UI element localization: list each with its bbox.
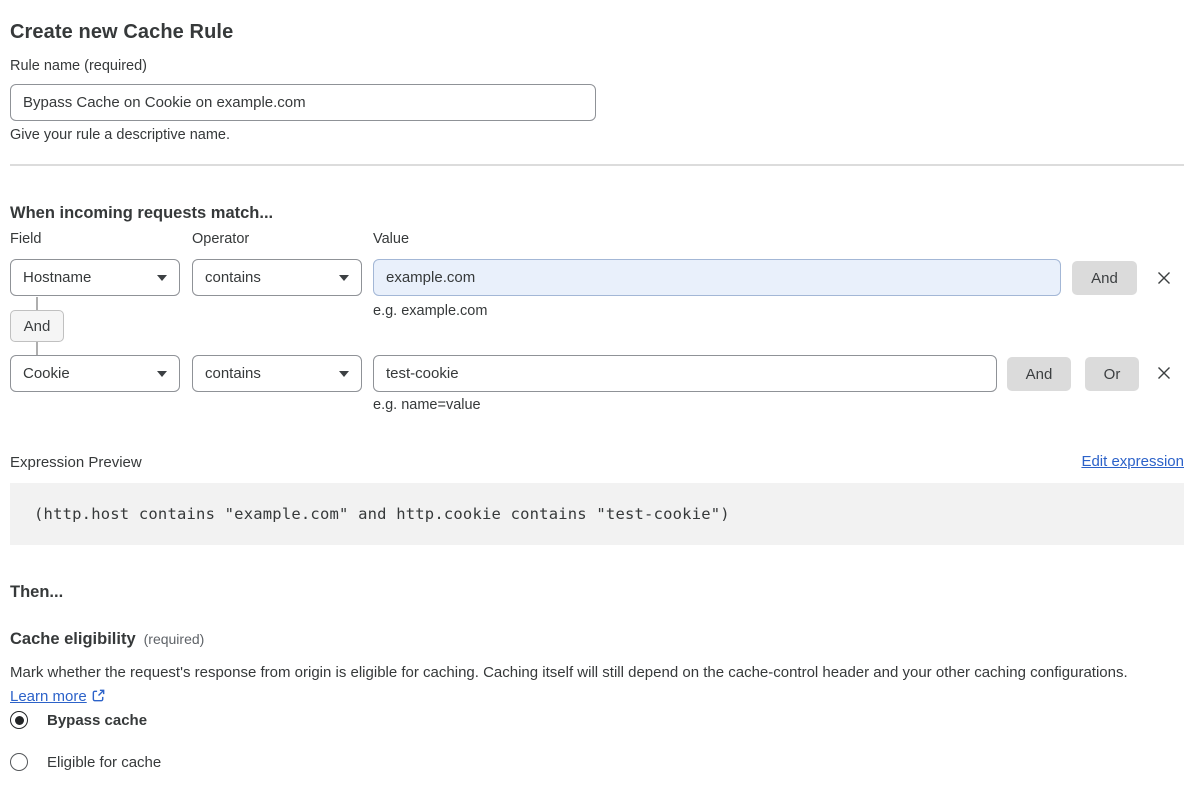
add-and-condition-button-row2[interactable]: And xyxy=(1007,357,1071,391)
bypass-cache-radio-label: Bypass cache xyxy=(47,711,148,729)
eligible-for-cache-radio-label: Eligible for cache xyxy=(47,753,162,771)
field-select-row1[interactable]: Hostname xyxy=(10,259,180,296)
cache-eligibility-description: Mark whether the request's response from… xyxy=(10,661,1160,709)
radio-button-icon xyxy=(10,753,28,771)
condition-connector-button[interactable]: And xyxy=(10,310,64,342)
connector-line-bottom xyxy=(36,342,38,355)
connector-line-top xyxy=(36,297,38,310)
value-input-row2[interactable] xyxy=(373,355,997,392)
value-hint-row2: e.g. name=value xyxy=(373,397,481,413)
match-section-heading: When incoming requests match... xyxy=(10,203,274,222)
page-title: Create new Cache Rule xyxy=(10,21,234,44)
chevron-down-icon xyxy=(339,370,349,377)
section-divider xyxy=(10,164,1184,166)
rule-name-input[interactable] xyxy=(10,84,596,121)
close-icon xyxy=(1158,272,1170,284)
learn-more-link[interactable]: Learn more xyxy=(10,688,87,705)
add-and-condition-button-row1[interactable]: And xyxy=(1072,261,1137,295)
field-select-row2[interactable]: Cookie xyxy=(10,355,180,392)
edit-expression-link[interactable]: Edit expression xyxy=(1081,453,1184,470)
required-note: (required) xyxy=(143,630,205,647)
field-column-label: Field xyxy=(10,231,42,247)
create-cache-rule-form: Create new Cache Rule Rule name (require… xyxy=(0,0,1200,793)
external-link-icon xyxy=(92,689,105,702)
remove-condition-button-row1[interactable] xyxy=(1148,262,1180,294)
close-icon xyxy=(1158,367,1170,379)
expression-preview-block: (http.host contains "example.com" and ht… xyxy=(10,483,1184,545)
chevron-down-icon xyxy=(157,370,167,377)
value-input-row1[interactable] xyxy=(373,259,1061,296)
operator-select-row1[interactable]: contains xyxy=(192,259,362,296)
operator-select-row1-value: contains xyxy=(205,269,261,286)
rule-name-label: Rule name (required) xyxy=(10,58,148,74)
add-or-condition-button-row2[interactable]: Or xyxy=(1085,357,1139,391)
cache-eligibility-heading: Cache eligibility (required) xyxy=(10,630,204,649)
eligible-for-cache-radio[interactable]: Eligible for cache xyxy=(10,753,161,771)
expression-code: (http.host contains "example.com" and ht… xyxy=(34,505,730,523)
cache-eligibility-heading-text: Cache eligibility xyxy=(10,629,136,648)
rule-name-help-text: Give your rule a descriptive name. xyxy=(10,127,231,143)
field-select-row2-value: Cookie xyxy=(23,365,70,382)
chevron-down-icon xyxy=(157,274,167,281)
chevron-down-icon xyxy=(339,274,349,281)
operator-select-row2[interactable]: contains xyxy=(192,355,362,392)
value-hint-row1: e.g. example.com xyxy=(373,303,488,319)
remove-condition-button-row2[interactable] xyxy=(1148,357,1180,389)
then-section-heading: Then... xyxy=(10,582,64,601)
field-select-row1-value: Hostname xyxy=(23,269,92,286)
bypass-cache-radio[interactable]: Bypass cache xyxy=(10,711,147,729)
cache-eligibility-description-text: Mark whether the request's response from… xyxy=(10,664,1128,681)
expression-preview-label: Expression Preview xyxy=(10,454,142,471)
operator-column-label: Operator xyxy=(192,231,250,247)
operator-select-row2-value: contains xyxy=(205,365,261,382)
radio-button-icon xyxy=(10,711,28,729)
value-column-label: Value xyxy=(373,231,410,247)
